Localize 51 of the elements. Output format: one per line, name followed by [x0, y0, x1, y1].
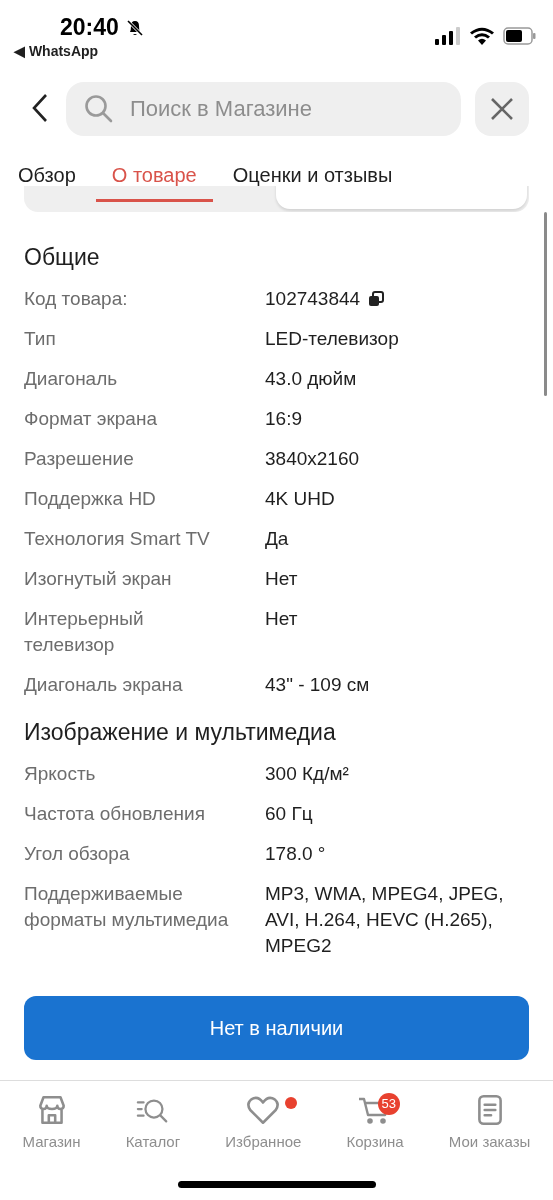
spec-value: 3840x2160 [265, 447, 360, 471]
out-of-stock-button[interactable]: Нет в наличии [24, 996, 529, 1060]
spec-label: Разрешение [24, 447, 135, 471]
spec-label: Технология Smart TV [24, 527, 211, 551]
spec-label: Тип [24, 327, 57, 351]
search-field[interactable]: Поиск в Магазине [66, 82, 461, 136]
search-icon [84, 94, 114, 124]
wifi-icon [469, 27, 495, 45]
spec-label: Поддержка HD [24, 487, 157, 511]
nav-item[interactable]: Магазин [22, 1093, 81, 1150]
status-time: 20:40 [60, 14, 119, 41]
spec-label: Диагональ экрана [24, 673, 184, 697]
spec-value: 300 Кд/м² [265, 762, 349, 786]
spec-label: Угол обзора [24, 842, 131, 866]
back-to-app-link[interactable]: ◀ WhatsApp [14, 43, 145, 59]
spec-value: Да [265, 527, 289, 551]
spec-value: MP3, WMA, MPEG4, JPEG, AVI, H.264, HEVC (H.265), MPEG2 [265, 882, 505, 958]
spec-label: Изогнутый экран [24, 567, 173, 591]
notification-dot [285, 1097, 298, 1109]
spec-label: Поддерживаемые форматы мультимедиа [24, 882, 229, 932]
nav-item[interactable]: Мои заказы [448, 1093, 531, 1150]
close-icon [490, 97, 514, 121]
spec-label: Диагональ [24, 367, 119, 391]
copy-icon[interactable] [368, 291, 385, 307]
spec-value: 102743844 [265, 287, 361, 311]
spec-value: LED-телевизор [265, 327, 399, 351]
spec-value: 43.0 дюйм [265, 367, 357, 391]
tab[interactable]: Обзор [2, 162, 92, 202]
spec-label: Код товара: [24, 287, 129, 311]
nav-item[interactable]: Каталог [125, 1093, 181, 1150]
close-button[interactable] [475, 82, 529, 136]
spec-label: Интерьерный телевизор [24, 607, 145, 657]
spec-label: Частота обновления [24, 802, 206, 826]
section-title: Общие [24, 244, 101, 271]
spec-value: 60 Гц [265, 802, 313, 826]
spec-value: 4K UHD [265, 487, 335, 511]
chevron-left-icon [30, 93, 50, 123]
spec-value: 178.0 ° [265, 842, 326, 866]
nav-item[interactable]: Избранное [225, 1093, 302, 1150]
spec-value: Нет [265, 607, 298, 631]
spec-value: Нет [265, 567, 298, 591]
spec-label: Формат экрана [24, 407, 158, 431]
spec-label: Яркость [24, 762, 97, 786]
battery-icon [503, 27, 537, 45]
muted-bell-icon [124, 17, 145, 38]
count-badge: 53 [377, 1093, 400, 1115]
tab[interactable]: Оценки и отзывы [216, 162, 409, 202]
section-title: Изображение и мультимедиа [24, 719, 337, 746]
spec-value: 16:9 [265, 407, 302, 431]
spec-value: 43" - 109 см [265, 673, 370, 697]
signal-icon [435, 27, 461, 45]
